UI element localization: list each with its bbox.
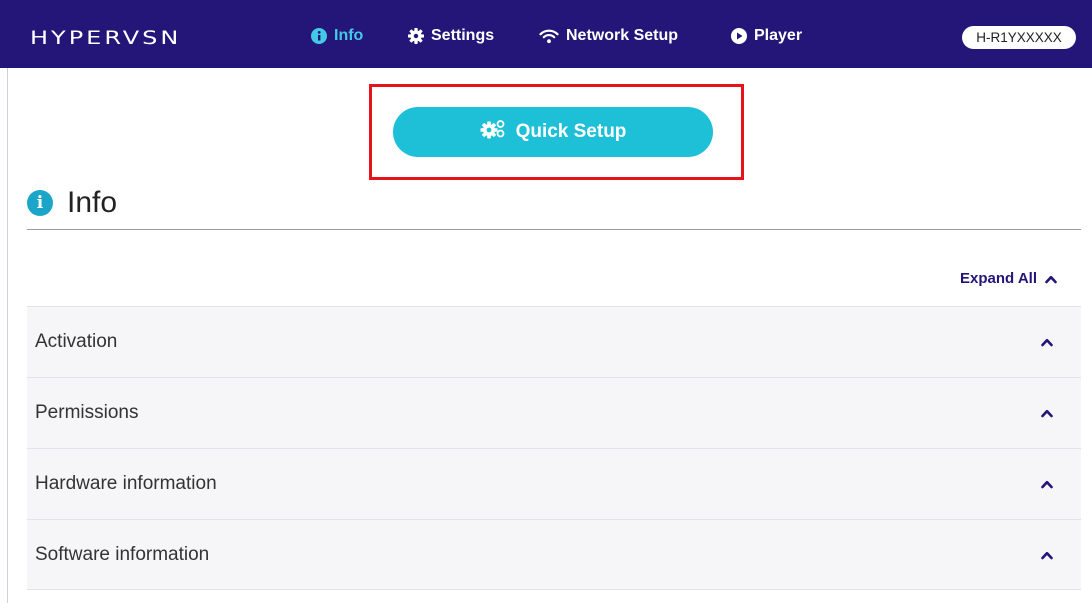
nav-network-setup[interactable]: Network Setup <box>539 26 678 46</box>
expand-all-button[interactable]: Expand All <box>960 270 1057 287</box>
accordion-software-information[interactable]: Software information <box>27 519 1081 590</box>
quick-setup-button[interactable]: Quick Setup <box>393 107 713 157</box>
nav-settings-label: Settings <box>431 27 495 44</box>
accordion-hardware-information[interactable]: Hardware information <box>27 448 1081 519</box>
info-icon <box>311 28 327 44</box>
quick-setup-label: Quick Setup <box>515 121 627 142</box>
gear-icon <box>408 28 424 44</box>
accordion-label: Software information <box>35 543 210 565</box>
nav-info-label: Info <box>334 27 364 44</box>
chevron-up-icon[interactable] <box>1041 550 1053 560</box>
wifi-icon <box>539 28 559 44</box>
title-divider <box>27 229 1081 230</box>
hypervsn-logo[interactable]: HYPERVSN <box>30 27 181 49</box>
nav-settings[interactable]: Settings <box>408 26 494 46</box>
chevron-up-icon[interactable] <box>1041 408 1053 418</box>
accordion-label: Permissions <box>35 402 139 423</box>
accordion-label: Hardware information <box>35 473 217 494</box>
chevron-up-icon[interactable] <box>1041 479 1053 489</box>
chevron-up-icon[interactable] <box>1041 337 1053 347</box>
gears-icon <box>480 119 506 145</box>
nav-player[interactable]: Player <box>731 26 802 46</box>
info-icon: i <box>27 190 53 216</box>
accordion-label: Activation <box>35 331 118 352</box>
nav-info[interactable]: Info <box>311 26 363 46</box>
accordion-activation[interactable]: Activation <box>27 306 1081 377</box>
device-id-badge[interactable]: H-R1YXXXXX <box>962 26 1076 49</box>
page-title: Info <box>67 186 118 219</box>
nav-player-label: Player <box>754 27 803 44</box>
nav-network-setup-label: Network Setup <box>566 27 679 44</box>
page-left-border <box>7 0 8 603</box>
top-navigation-bar: HYPERVSN Info Settings Network Setup Pla… <box>0 0 1092 68</box>
expand-all-label: Expand All <box>960 270 1037 287</box>
chevron-up-icon <box>1045 275 1057 283</box>
info-accordion: Activation Permissions Hardware informat… <box>27 306 1081 590</box>
play-icon <box>731 28 747 44</box>
info-section-header: i Info <box>27 186 117 220</box>
accordion-permissions[interactable]: Permissions <box>27 377 1081 448</box>
